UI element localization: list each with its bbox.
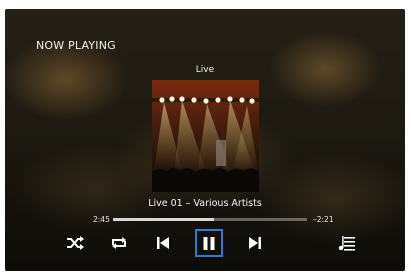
- progress-fill: [113, 218, 214, 221]
- shuffle-icon: [67, 236, 84, 250]
- progress-bar[interactable]: [113, 218, 307, 221]
- pause-button[interactable]: [195, 229, 223, 257]
- track-title: Live 01 – Various Artists: [148, 198, 262, 209]
- previous-button[interactable]: [151, 231, 175, 255]
- skip-next-icon: [249, 237, 261, 249]
- skip-previous-icon: [157, 237, 169, 249]
- pause-icon: [203, 236, 215, 250]
- page-title: NOW PLAYING: [36, 39, 116, 52]
- source-label: Live: [195, 65, 215, 75]
- album-art: [152, 80, 259, 192]
- next-button[interactable]: [243, 231, 267, 255]
- playlist-icon: [338, 236, 355, 251]
- queue-button[interactable]: [335, 231, 359, 255]
- elapsed-time: 2:45: [93, 215, 110, 224]
- repeat-icon: [112, 237, 126, 249]
- remaining-time: –2:21: [313, 215, 334, 224]
- shuffle-button[interactable]: [63, 231, 87, 255]
- now-playing-screen: NOW PLAYING Live Live 01 – Various Artis…: [5, 9, 405, 271]
- repeat-button[interactable]: [107, 231, 131, 255]
